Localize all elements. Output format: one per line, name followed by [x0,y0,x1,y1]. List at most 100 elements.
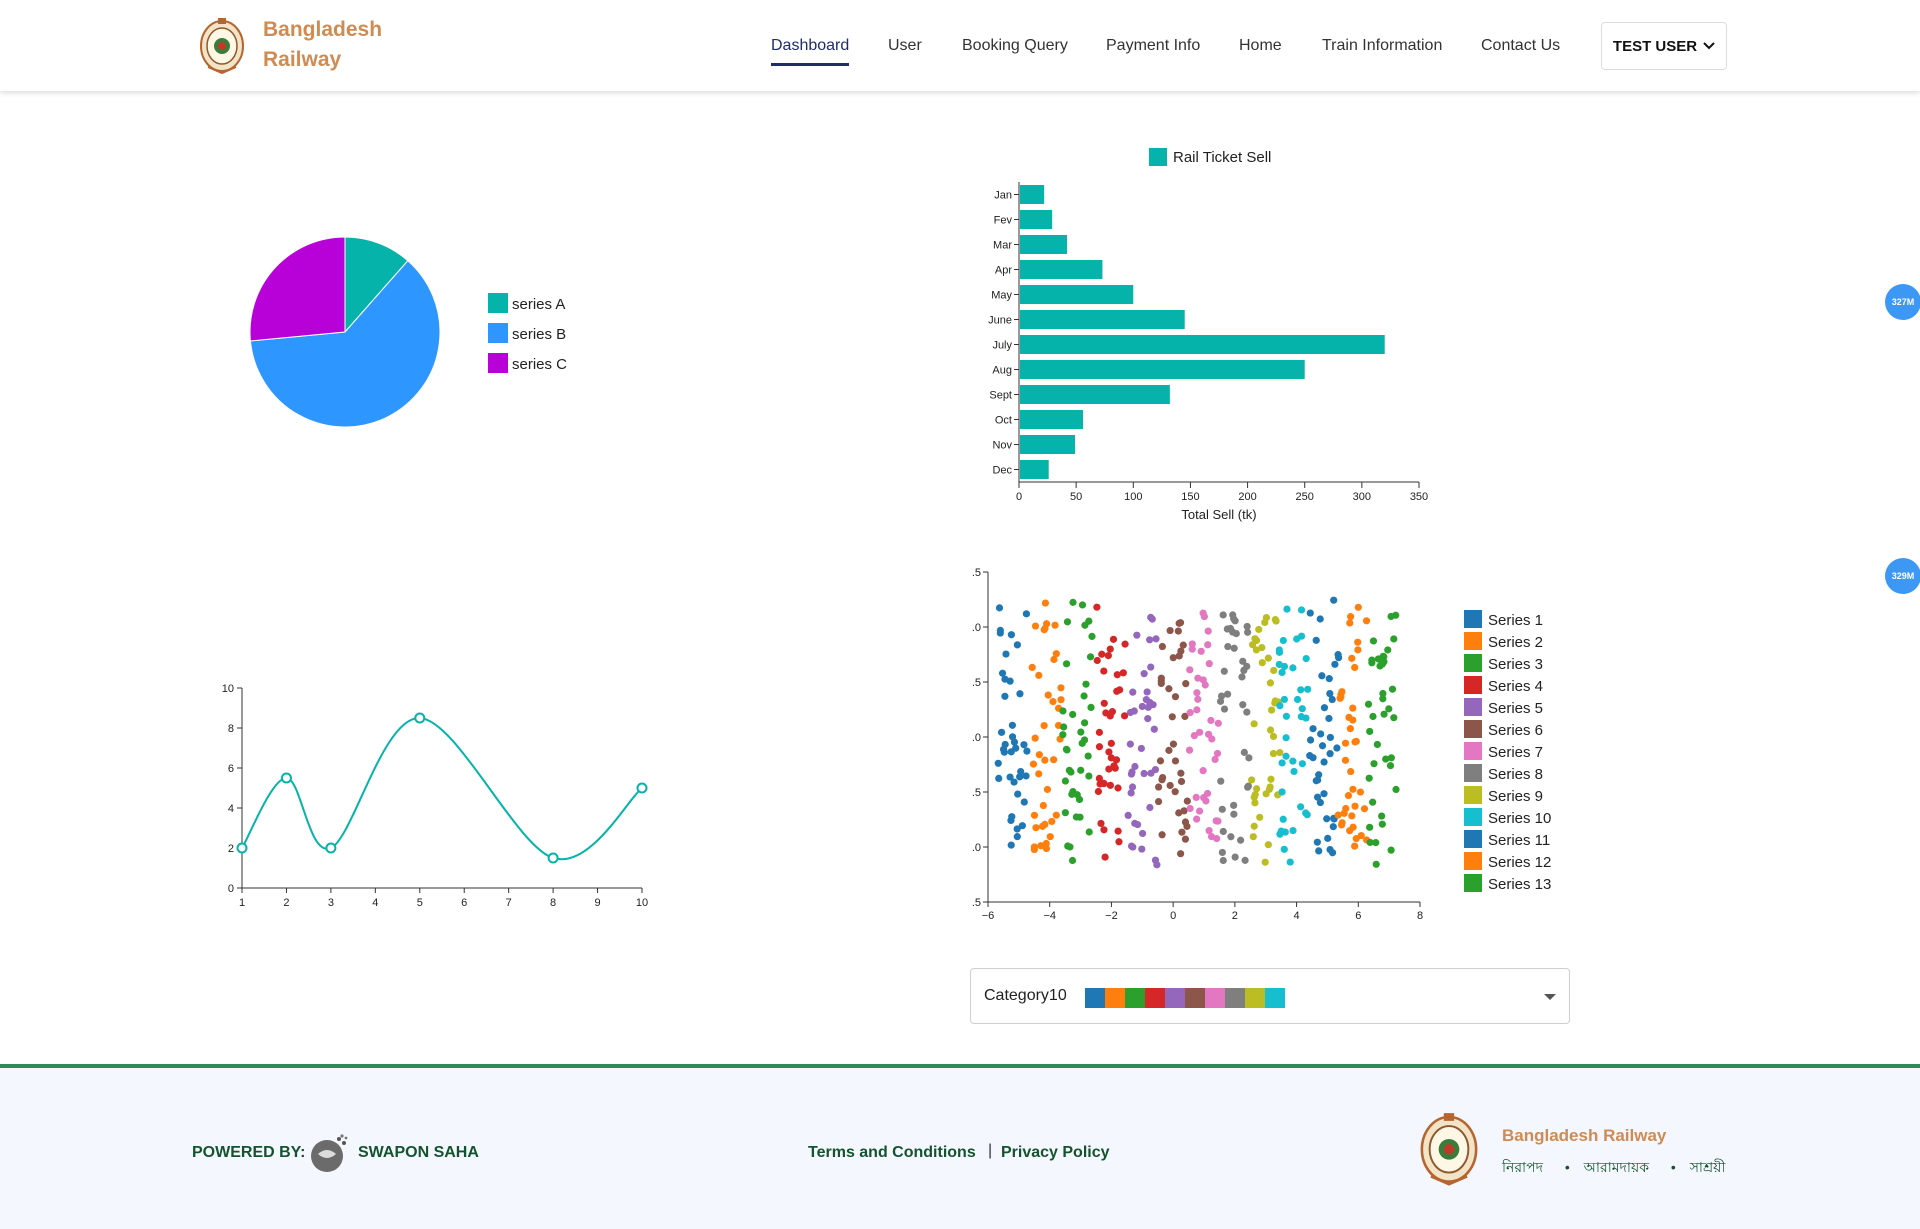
terms-link[interactable]: Terms and Conditions [808,1144,976,1162]
scatter-point [1267,775,1275,783]
author-name[interactable]: SWAPON SAHA [358,1144,479,1162]
scatter-point [1022,610,1031,618]
scatter-point [1182,680,1190,688]
legend-label: Series 4 [1488,678,1543,695]
privacy-link[interactable]: Privacy Policy [1001,1144,1110,1162]
scatter-point [1316,615,1324,623]
scatter-point [1148,615,1156,623]
legend-swatch [1464,874,1482,892]
nav-home[interactable]: Home [1239,36,1282,56]
x-axis-label: Total Sell (tk) [1181,507,1256,522]
scatter-point [1207,716,1215,725]
scatter-point [1094,787,1103,796]
scatter-point [1372,839,1380,847]
data-point [325,842,337,854]
scatter-point [1388,685,1397,693]
y-tick-label: June [988,315,1012,327]
scatter-point [1109,635,1118,643]
line-chart: 02468101 2 3 4 5 6 7 8 9 10 [222,683,648,909]
scatter-point [1016,773,1024,781]
scatter-point [1214,719,1222,727]
side-badge-1[interactable]: 327M [1885,284,1920,320]
legend-swatch [488,323,508,343]
scatter-point [1341,756,1350,764]
scatter-point [1238,673,1246,681]
scatter-point [1384,646,1392,654]
scatter-point [1098,650,1106,658]
scatter-point [1271,615,1279,624]
scatter-point [1059,731,1067,739]
color-scheme-select[interactable]: Category10 [970,968,1570,1024]
tagline-item: সাশ্রয়ী [1689,1159,1726,1175]
nav-booking-query[interactable]: Booking Query [962,36,1068,56]
scatter-point [1366,823,1374,831]
scatter-point [1129,843,1137,851]
scatter-point [1059,707,1067,715]
scatter-point [1324,834,1332,842]
scatter-point [1346,725,1354,733]
nav-user[interactable]: User [888,36,922,56]
scatter-point [1105,748,1113,756]
scatter-point [1360,805,1369,813]
nav-dashboard[interactable]: Dashboard [771,36,849,56]
footer-separator: | [988,1142,993,1159]
legend-label: series B [512,326,566,343]
scatter-point [1298,760,1306,768]
scatter-point [1082,680,1090,688]
scatter-point [1177,777,1186,786]
railway-logo[interactable] [198,15,246,75]
scatter-point [1279,815,1287,823]
scatter-point [1351,802,1359,810]
scatter-point [1143,688,1151,696]
scatter-point [1181,835,1190,843]
scatter-point [1370,760,1378,768]
scatter-point [1200,794,1208,802]
scatter-point [1040,626,1048,634]
scatter-point [1266,726,1275,734]
y-tick-label: .0 [972,732,981,744]
user-menu-button[interactable]: TEST USER [1601,22,1727,70]
color-swatches [1085,988,1285,1008]
scatter-point [1268,706,1276,714]
scatter-point [1128,768,1136,776]
data-point [280,772,292,784]
scatter-point [1289,826,1297,835]
scatter-point [1018,822,1026,830]
scatter-point [1325,714,1333,723]
y-tick-label: 0 [228,883,234,895]
scatter-point [1275,660,1283,669]
user-menu-label: TEST USER [1612,37,1698,55]
scatter-point [1199,676,1207,684]
scatter-point [1366,727,1374,736]
scatter-point [1001,692,1009,700]
brand-name[interactable]: Bangladesh Railway [263,15,382,75]
scatter-point [1368,656,1376,664]
scatter-point [1316,798,1324,807]
scatter-point [1126,708,1135,717]
scatter-point [1093,656,1101,665]
scatter-point [1354,646,1362,654]
scatter-point [1317,730,1325,738]
scatter-point [1052,811,1060,819]
color-scheme-label: Category10 [984,987,1067,1004]
tagline-item: আরামদায়ক [1583,1159,1649,1175]
x-tick-label: 250 [1296,491,1314,503]
scatter-point [1349,823,1357,831]
scatter-point [1261,858,1269,866]
scatter-point [1128,783,1137,791]
x-tick-label: 6 [1355,910,1361,922]
scatter-point [1115,838,1123,846]
legend-label: Series 7 [1488,744,1543,761]
color-swatch [1185,988,1205,1008]
scatter-point [1126,740,1134,748]
nav-contact-us[interactable]: Contact Us [1481,36,1560,56]
nav-payment-info[interactable]: Payment Info [1106,36,1200,56]
scatter-point [1175,809,1183,817]
scatter-point [1255,625,1263,634]
nav-train-information[interactable]: Train Information [1322,36,1442,56]
scatter-point [1193,689,1201,697]
scatter-point [1392,611,1400,619]
scatter-point [1230,801,1238,809]
side-badge-2[interactable]: 329M [1885,558,1920,594]
scatter-point [1312,636,1320,644]
